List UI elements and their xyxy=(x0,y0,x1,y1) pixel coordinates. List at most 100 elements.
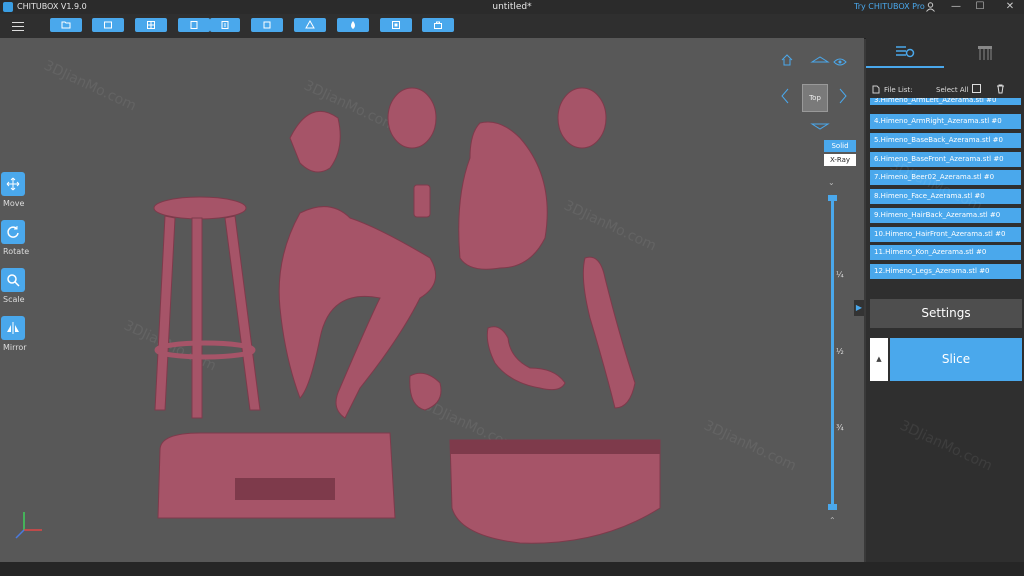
machine-icon xyxy=(104,21,112,29)
export-button[interactable] xyxy=(210,18,240,32)
mirror-tool[interactable]: Mirror xyxy=(0,316,28,352)
layer-slider-bottom-handle[interactable] xyxy=(828,504,837,510)
move-label: Move xyxy=(3,199,25,208)
torso-model xyxy=(458,121,548,270)
chevron-down-icon[interactable]: ⌄ xyxy=(828,178,835,187)
copy-button[interactable] xyxy=(251,18,283,32)
watermark: 3DJianMo.com xyxy=(897,417,995,475)
chevron-up-icon[interactable]: ⌃ xyxy=(829,516,836,525)
open-file-button[interactable] xyxy=(50,18,82,32)
trash-icon[interactable] xyxy=(996,84,1005,94)
file-list-item[interactable]: 12.Himeno_Legs_Azerama.stl #0 xyxy=(870,264,1021,279)
file-list-item[interactable]: 7.Himeno_Beer02_Azerama.stl #0 xyxy=(870,170,1021,185)
slice-options-toggle[interactable]: ▲ xyxy=(870,338,888,381)
axis-gizmo xyxy=(15,512,42,539)
title-bar: CHITUBOX V1.9.0 untitled* Try CHITUBOX P… xyxy=(0,0,1024,14)
model-scene[interactable] xyxy=(0,38,864,562)
menu-icon[interactable] xyxy=(12,19,24,33)
right-panel: File List: Select All 3.Himeno_ArmLeft_A… xyxy=(866,38,1024,562)
stool-seat-model xyxy=(153,196,247,220)
rotate-icon xyxy=(1,220,25,244)
rotate-label: Rotate xyxy=(3,247,30,256)
file-list-header: File List: Select All xyxy=(872,83,1022,97)
support-button[interactable] xyxy=(380,18,412,32)
folder-icon xyxy=(61,21,71,29)
tab-model-settings[interactable] xyxy=(866,38,944,68)
file-icon xyxy=(872,85,880,94)
file-list-item[interactable]: 9.Himeno_HairBack_Azerama.stl #0 xyxy=(870,208,1021,223)
slider-mark-quarter: ¼ xyxy=(836,270,844,279)
settings-button[interactable]: Settings xyxy=(870,299,1022,328)
view-top-cube[interactable]: Top xyxy=(802,84,828,112)
hair-front-model xyxy=(289,110,341,173)
select-all-checkbox[interactable] xyxy=(972,84,981,93)
import-icon xyxy=(190,21,198,29)
layer-slider-track[interactable] xyxy=(831,198,834,508)
auto-layout-button[interactable] xyxy=(135,18,167,32)
tools-button[interactable] xyxy=(422,18,454,32)
move-tool[interactable]: Move xyxy=(0,172,28,208)
slice-controls: ▲ Slice xyxy=(870,338,1022,381)
stool-leg-model xyxy=(191,217,203,419)
file-list-label: File List: xyxy=(884,86,913,94)
base-front-model xyxy=(157,432,396,519)
minimize-button[interactable]: — xyxy=(946,0,966,14)
hair-back-model xyxy=(387,87,437,149)
stool-leg-model xyxy=(224,215,261,411)
file-list-item[interactable]: 5.Himeno_BaseBack_Azerama.stl #0 xyxy=(870,133,1021,148)
scale-label: Scale xyxy=(3,295,25,304)
face-model xyxy=(557,87,607,149)
select-all-label: Select All xyxy=(936,86,969,94)
tab-support[interactable] xyxy=(946,38,1024,68)
rotate-tool[interactable]: Rotate xyxy=(0,220,30,256)
import-button[interactable] xyxy=(178,18,210,32)
base-back-model xyxy=(449,439,661,544)
support-structure-icon xyxy=(978,46,992,60)
arm-left-model xyxy=(486,326,566,391)
maximize-button[interactable]: ☐ xyxy=(970,0,990,14)
drop-icon xyxy=(351,21,355,29)
panel-collapse-toggle[interactable]: ▶ xyxy=(854,300,864,316)
file-list-item[interactable]: 4.Himeno_ArmRight_Azerama.stl #0 xyxy=(870,114,1021,129)
file-list-item[interactable]: 3.Himeno_ArmLeft_Azerama.stl #0 xyxy=(870,98,1021,105)
file-list-item[interactable]: 10.Himeno_HairFront_Azerama.stl #0 xyxy=(870,227,1021,242)
view-down-icon xyxy=(810,123,830,130)
solid-mode-button[interactable]: Solid xyxy=(824,140,856,152)
move-icon xyxy=(1,172,25,196)
settings-list-icon xyxy=(896,46,915,58)
export-icon xyxy=(221,21,229,29)
copy-icon xyxy=(263,21,271,29)
printer-settings-button[interactable] xyxy=(92,18,124,32)
user-icon[interactable] xyxy=(920,0,940,14)
slice-button[interactable]: Slice xyxy=(890,338,1022,381)
file-list-item[interactable]: 11.Himeno_Kon_Azerama.stl #0 xyxy=(870,245,1021,260)
hollow-icon xyxy=(305,20,315,29)
mirror-icon xyxy=(1,316,25,340)
layer-slider-top-handle[interactable] xyxy=(828,195,837,201)
beer-can-model xyxy=(413,184,431,218)
stool-ring-model xyxy=(154,340,256,360)
view-left-icon xyxy=(781,88,789,104)
slider-mark-three-quarter: ¾ xyxy=(836,423,844,432)
kon-hand-model xyxy=(409,372,442,411)
stool-leg-model xyxy=(154,215,176,411)
close-button[interactable]: ✕ xyxy=(1000,0,1020,14)
3d-viewport[interactable]: 3DJianMo.com 3DJianMo.com 3DJianMo.com 3… xyxy=(0,38,864,562)
try-pro-link[interactable]: Try CHITUBOX Pro xyxy=(854,0,925,14)
view-up-icon xyxy=(810,56,830,63)
file-list-item[interactable]: 6.Himeno_BaseFront_Azerama.stl #0 xyxy=(870,152,1021,167)
scale-icon xyxy=(1,268,25,292)
layout-icon xyxy=(147,21,155,29)
status-bar xyxy=(0,562,1024,576)
hollow-button[interactable] xyxy=(294,18,326,32)
toolbox-icon xyxy=(434,21,442,29)
slider-mark-half: ½ xyxy=(836,347,844,356)
drill-button[interactable] xyxy=(337,18,369,32)
view-right-icon xyxy=(839,88,847,104)
arm-right-model xyxy=(582,256,636,409)
xray-mode-button[interactable]: X-Ray xyxy=(824,154,856,166)
mirror-label: Mirror xyxy=(3,343,27,352)
scale-tool[interactable]: Scale xyxy=(0,268,28,304)
main-toolbar xyxy=(0,14,1024,39)
file-list-item[interactable]: 8.Himeno_Face_Azerama.stl #0 xyxy=(870,189,1021,204)
